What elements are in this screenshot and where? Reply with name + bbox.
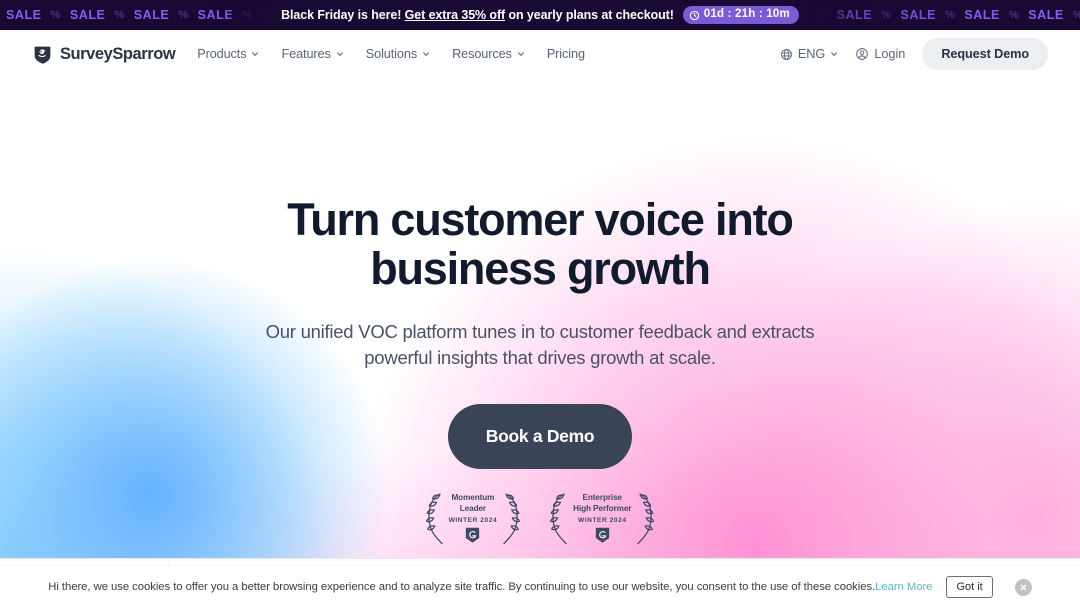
nav-links: Products Features Solutions Resources Pricin…	[197, 47, 585, 61]
promo-message: Black Friday is here! Get extra 35% off …	[281, 8, 674, 22]
hero-subtitle: Our unified VOC platform tunes in to cus…	[265, 321, 815, 369]
language-label: ENG	[797, 47, 826, 61]
user-circle-icon	[856, 48, 869, 60]
award-badge-title-line2: High Performer	[573, 504, 632, 514]
main-navigation: SurveySparrow Products Features Solutions R…	[0, 30, 1080, 78]
nav-right-group: ENG Login Request Demo	[780, 38, 1048, 70]
sale-separator: %	[1073, 9, 1080, 21]
award-badge-year: WINTER 2024	[577, 517, 627, 525]
sale-word: SALE	[6, 8, 42, 22]
promo-offer-link[interactable]: Get extra 35% off	[405, 8, 506, 22]
countdown-value: 01d : 21h : 10m	[703, 8, 790, 21]
book-demo-button[interactable]: Book a Demo	[447, 403, 633, 469]
sale-word: SALE	[900, 8, 937, 22]
cookie-close-button[interactable]	[1014, 578, 1032, 596]
g2-shield-icon	[466, 527, 480, 543]
promo-banner: SALE% SALE% SALE% SALE% SALE% SALE% SALE% SALE%…	[0, 0, 1080, 30]
chevron-down-icon	[517, 52, 524, 57]
award-badges: Momentum Leader WINTER 2024 Enterprise High …	[0, 491, 1080, 547]
language-selector[interactable]: ENG	[780, 47, 839, 61]
hero-content: Turn customer voice into business growth…	[0, 78, 1080, 547]
globe-icon	[780, 48, 792, 60]
nav-link-features[interactable]: Features	[281, 47, 343, 61]
nav-link-label: Products	[197, 47, 247, 61]
award-badge-title-line1: Enterprise	[582, 493, 623, 503]
sale-separator: %	[114, 9, 125, 21]
cookie-message-text: Hi there, we use cookies to offer you a …	[48, 581, 876, 593]
hero-section: SurveySparrow Products Features Solutions R…	[0, 30, 1080, 558]
award-badge-year: WINTER 2024	[448, 517, 498, 525]
laurel-icon	[637, 493, 655, 544]
close-icon	[1020, 584, 1027, 590]
sale-separator: %	[881, 9, 892, 21]
laurel-icon	[503, 493, 521, 544]
page-title: Turn customer voice into business growth	[287, 194, 794, 294]
chevron-down-icon	[252, 52, 259, 57]
sale-separator: %	[178, 9, 189, 21]
award-badge-title-line1: Momentum	[451, 493, 495, 503]
sale-separator: %	[945, 9, 956, 21]
request-demo-button[interactable]: Request Demo	[922, 38, 1048, 70]
chevron-down-icon	[831, 52, 838, 57]
sale-separator: %	[242, 9, 253, 21]
sale-word: SALE	[197, 8, 234, 22]
surveysparrow-logo-icon	[34, 46, 51, 64]
login-link[interactable]: Login	[855, 47, 905, 61]
cookie-accept-button[interactable]: Got it	[946, 576, 993, 598]
sale-word: SALE	[133, 8, 170, 22]
nav-link-label: Solutions	[365, 47, 418, 61]
laurel-icon	[425, 493, 443, 544]
countdown-badge: 01d : 21h : 10m	[682, 6, 799, 24]
sale-word: SALE	[1028, 8, 1064, 22]
sale-separator: %	[50, 9, 61, 21]
nav-link-resources[interactable]: Resources	[452, 47, 525, 61]
brand-logo[interactable]: SurveySparrow	[32, 44, 176, 65]
chevron-down-icon	[336, 52, 343, 57]
sale-word: SALE	[964, 8, 1000, 22]
sale-word: SALE	[836, 8, 873, 22]
login-label: Login	[874, 47, 906, 61]
nav-link-products[interactable]: Products	[197, 47, 259, 61]
promo-message-group: Black Friday is here! Get extra 35% off …	[271, 6, 809, 24]
award-badge-title-line2: Leader	[459, 504, 487, 514]
nav-link-pricing[interactable]: Pricing	[547, 47, 585, 61]
sale-separator: %	[1008, 9, 1020, 21]
sale-word: SALE	[69, 8, 106, 22]
sale-separator: %	[817, 9, 828, 21]
award-badge-body: Enterprise High Performer WINTER 2024	[572, 493, 632, 544]
cookie-consent-bar: Hi there, we use cookies to offer you a …	[0, 566, 1080, 608]
award-badge-body: Momentum Leader WINTER 2024	[448, 493, 499, 544]
clock-icon	[689, 10, 699, 20]
nav-link-label: Resources	[452, 47, 512, 61]
laurel-icon	[550, 493, 567, 544]
award-badge: Enterprise High Performer WINTER 2024	[541, 491, 663, 547]
chevron-down-icon	[423, 52, 429, 57]
promo-message-tail: on yearly plans at checkout!	[508, 8, 674, 22]
award-badge: Momentum Leader WINTER 2024	[417, 491, 530, 547]
cookie-learn-more-link[interactable]: Learn More	[875, 581, 932, 593]
nav-link-label: Features	[281, 47, 331, 61]
g2-shield-icon	[595, 527, 609, 543]
brand-name: SurveySparrow	[60, 44, 176, 63]
nav-link-label: Pricing	[546, 47, 585, 61]
promo-message-lead: Black Friday is here!	[281, 8, 402, 22]
cookie-message: Hi there, we use cookies to offer you a …	[48, 581, 932, 593]
nav-link-solutions[interactable]: Solutions	[366, 47, 430, 61]
